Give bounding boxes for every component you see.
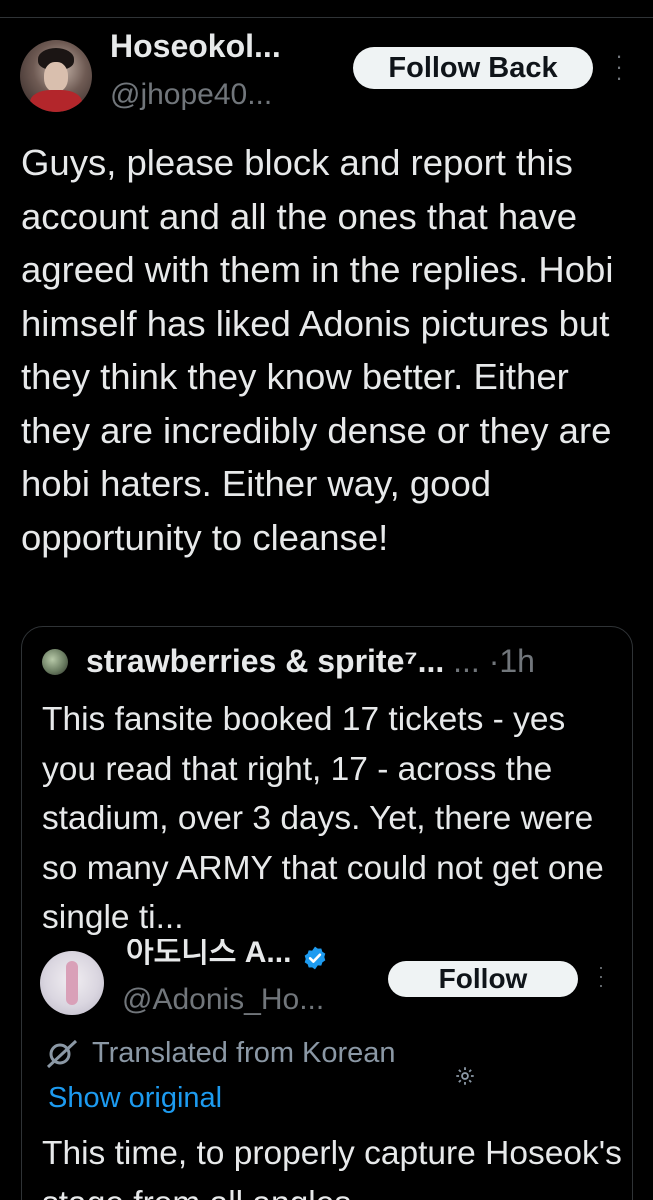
quoted-time-separator: · [488, 643, 500, 679]
quoted-tweet-card[interactable]: strawberries & sprite⁷... ... ·1h This f… [21, 626, 633, 1200]
embedded-author-avatar[interactable] [40, 951, 104, 1015]
post-text: Guys, please block and report this accou… [21, 142, 614, 558]
quoted-author-avatar [42, 649, 68, 675]
quoted-author-ellipsis: ... [453, 643, 480, 679]
follow-button[interactable]: Follow [388, 961, 578, 997]
embedded-author-name[interactable]: 아도니스 A... [126, 939, 291, 969]
quoted-tweet-text: This fansite booked 17 tickets - yes you… [42, 701, 604, 936]
author-display-name[interactable]: Hoseokol... [110, 28, 281, 65]
tweet-detail: Hoseokol... @jhope40... Follow Back · · · … [0, 0, 653, 1200]
quoted-timestamp: 1h [499, 643, 535, 679]
embedded-author-name-row: 아도니스 A... [126, 939, 328, 979]
quoted-author-name: strawberries & sprite⁷... [86, 643, 445, 679]
top-divider [0, 17, 653, 18]
show-original-link[interactable]: Show original [48, 1082, 222, 1115]
author-avatar[interactable] [20, 40, 92, 112]
embedded-tweet-text: This time, to properly capture Hoseok's … [42, 1135, 622, 1200]
translate-icon [46, 1039, 78, 1068]
author-handle[interactable]: @jhope40... [110, 78, 272, 112]
embedded-author-handle[interactable]: @Adonis_Ho... [122, 983, 324, 1017]
more-vertical-icon[interactable]: · · · [612, 45, 626, 89]
settings-gear-icon[interactable] [454, 1065, 476, 1087]
quoted-tweet-header: strawberries & sprite⁷... ... ·1h [86, 643, 535, 680]
translation-notice: Translated from Korean [46, 1037, 396, 1070]
follow-back-button[interactable]: Follow Back [353, 47, 593, 89]
embedded-more-vertical-icon[interactable]: · · · [595, 958, 607, 994]
verified-badge-icon [304, 946, 326, 970]
translated-from-label: Translated from Korean [92, 1037, 396, 1069]
